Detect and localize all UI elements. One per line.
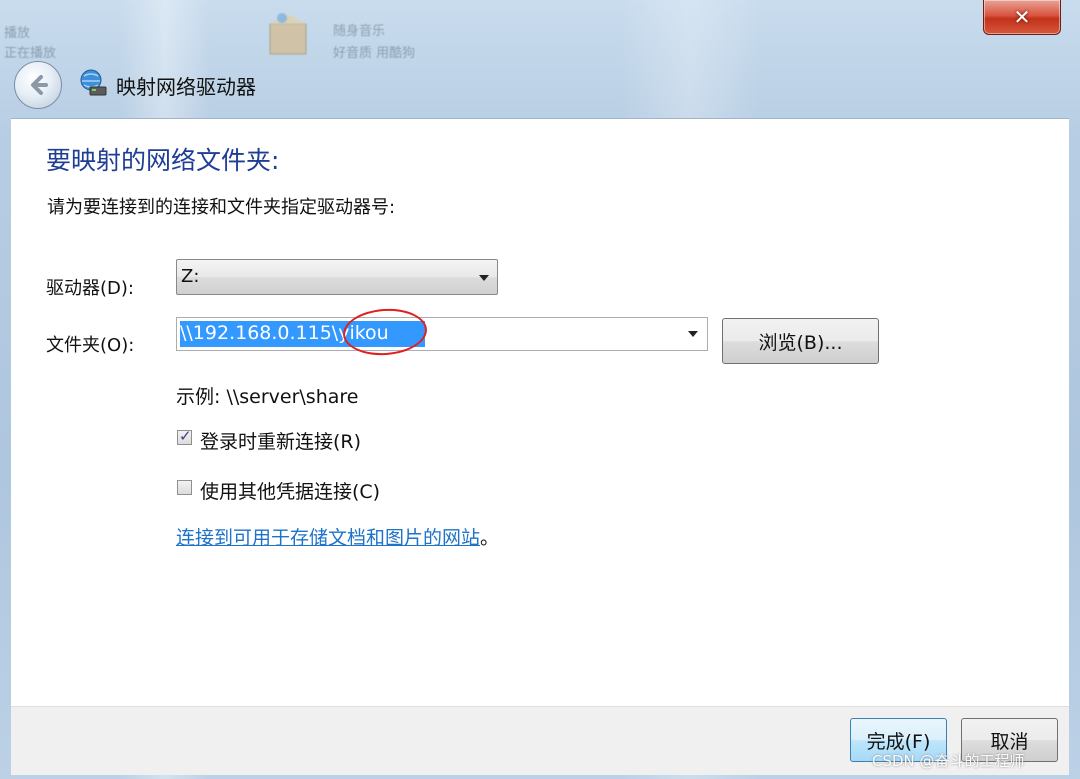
reconnect-label[interactable]: 登录时重新连接(R) bbox=[200, 427, 361, 454]
folder-label: 文件夹(O): bbox=[46, 335, 135, 356]
back-arrow-icon bbox=[31, 75, 48, 95]
example-text: 示例: \\server\share bbox=[176, 386, 359, 408]
background-text: 随身音乐 bbox=[333, 24, 386, 39]
background-text: 正在播放 bbox=[4, 46, 57, 61]
drive-label: 驱动器(D): bbox=[46, 278, 134, 299]
reconnect-checkbox[interactable]: ✓ bbox=[177, 427, 192, 445]
page-heading: 要映射的网络文件夹: bbox=[46, 146, 280, 175]
browse-button[interactable]: 浏览(B)... bbox=[722, 318, 879, 364]
other-credentials-label[interactable]: 使用其他凭据连接(C) bbox=[200, 477, 380, 504]
background-text: 好音质 用酷狗 bbox=[333, 46, 416, 61]
chevron-down-icon bbox=[479, 275, 489, 281]
dialog-title: 映射网络驱动器 bbox=[116, 75, 256, 99]
back-button[interactable] bbox=[14, 61, 62, 109]
chevron-down-icon[interactable] bbox=[688, 331, 698, 337]
website-link[interactable]: 连接到可用于存储文档和图片的网站 bbox=[176, 527, 480, 549]
drive-select[interactable]: Z: bbox=[176, 259, 498, 295]
drive-value: Z: bbox=[181, 266, 200, 287]
close-icon: ✕ bbox=[1013, 5, 1031, 29]
background-package-icon bbox=[262, 8, 314, 60]
link-suffix: 。 bbox=[480, 527, 500, 549]
checkmark-icon: ✓ bbox=[179, 427, 192, 445]
instruction-text: 请为要连接到的连接和文件夹指定驱动器号: bbox=[47, 197, 396, 218]
folder-input[interactable]: \\192.168.0.115\yikou bbox=[176, 317, 708, 351]
background-text: 播放 bbox=[4, 26, 31, 41]
website-link-row: 连接到可用于存储文档和图片的网站。 bbox=[176, 523, 499, 550]
other-credentials-checkbox[interactable] bbox=[177, 480, 192, 495]
content-pane: 要映射的网络文件夹: 请为要连接到的连接和文件夹指定驱动器号: 驱动器(D): … bbox=[11, 118, 1069, 707]
network-drive-icon bbox=[78, 68, 108, 98]
watermark: CSDN @奋斗的工程师 bbox=[872, 752, 1025, 770]
close-button[interactable]: ✕ bbox=[983, 0, 1061, 35]
